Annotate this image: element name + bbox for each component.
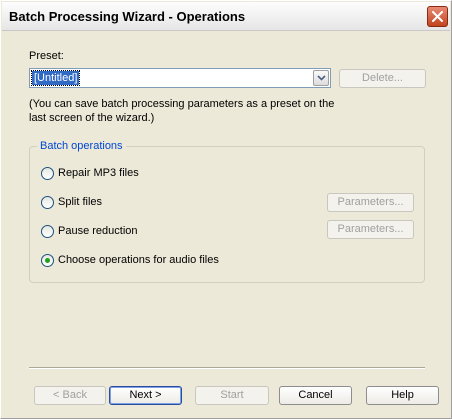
batch-operations-title: Batch operations xyxy=(37,140,126,152)
window-title: Batch Processing Wizard - Operations xyxy=(9,9,246,24)
close-icon xyxy=(432,11,443,22)
close-button[interactable] xyxy=(427,6,448,27)
cancel-button[interactable]: Cancel xyxy=(279,386,352,405)
help-button[interactable]: Help xyxy=(366,386,439,405)
pause-parameters-button[interactable]: Parameters... xyxy=(327,220,414,239)
chevron-down-icon xyxy=(316,75,326,81)
start-button[interactable]: Start xyxy=(195,386,269,405)
radio-button[interactable] xyxy=(41,195,54,209)
preset-label: Preset: xyxy=(29,50,64,62)
radio-split-files[interactable]: Split files xyxy=(41,194,102,210)
radio-label: Repair MP3 files xyxy=(58,167,139,179)
preset-selected-value: [Untitled] xyxy=(30,70,81,86)
title-bar: Batch Processing Wizard - Operations xyxy=(2,2,450,31)
back-button[interactable]: < Back xyxy=(34,386,106,405)
split-parameters-button[interactable]: Parameters... xyxy=(327,193,414,212)
radio-button[interactable] xyxy=(41,224,54,238)
wizard-window: Batch Processing Wizard - Operations Pre… xyxy=(0,0,452,419)
preset-dropdown[interactable]: [Untitled] xyxy=(29,68,331,88)
radio-label: Pause reduction xyxy=(58,225,138,237)
delete-preset-button[interactable]: Delete... xyxy=(339,69,426,88)
dropdown-button[interactable] xyxy=(313,70,329,86)
radio-button-checked[interactable] xyxy=(41,253,54,267)
radio-button[interactable] xyxy=(41,166,54,180)
preset-hint-text: (You can save batch processing parameter… xyxy=(29,98,335,124)
footer-separator xyxy=(29,367,425,369)
radio-label: Split files xyxy=(58,196,103,208)
radio-choose-operations[interactable]: Choose operations for audio files xyxy=(41,252,219,268)
radio-pause-reduction[interactable]: Pause reduction xyxy=(41,223,138,239)
radio-label: Choose operations for audio files xyxy=(58,254,219,266)
radio-repair-mp3[interactable]: Repair MP3 files xyxy=(41,165,139,181)
next-button[interactable]: Next > xyxy=(109,386,182,405)
